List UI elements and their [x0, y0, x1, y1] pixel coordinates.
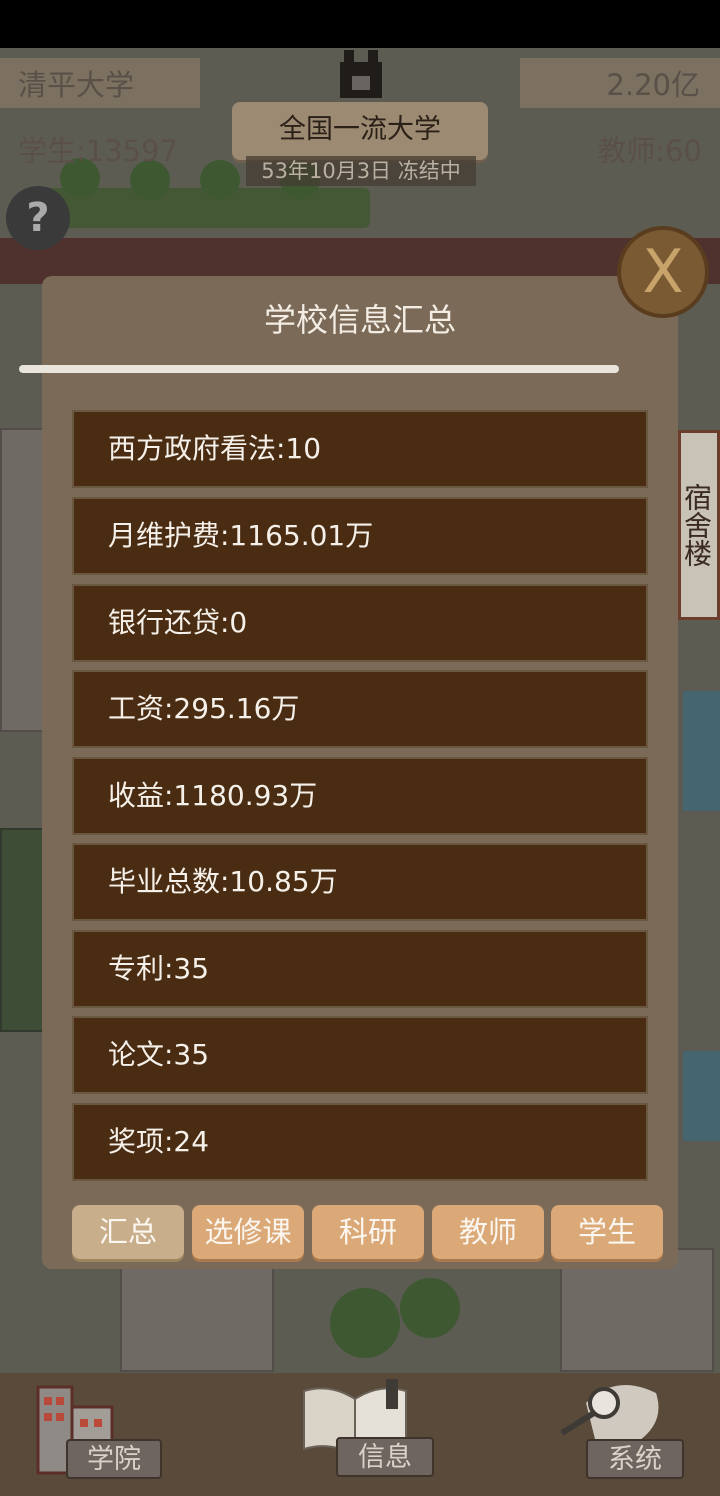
teachers-count: 教师:60: [597, 134, 702, 168]
tab-electives[interactable]: 选修课: [192, 1205, 304, 1259]
info-row-salary: 工资:295.16万: [72, 670, 648, 748]
info-row-papers: 论文:35: [72, 1016, 648, 1094]
status-bar: [0, 0, 720, 48]
info-row-bank-loan: 银行还贷:0: [72, 584, 648, 662]
panel-title: 学校信息汇总: [263, 301, 456, 339]
help-icon[interactable]: ?: [6, 186, 70, 250]
panel-tabs: 汇总 选修课 科研 教师 学生: [72, 1205, 664, 1259]
school-name: 清平大学: [18, 68, 135, 102]
game-screen: 清平大学 2.20亿 学生:13597 教师:60 全国一流大学 53年10月3…: [0, 0, 720, 1496]
info-row-graduates: 毕业总数:10.85万: [72, 843, 648, 921]
info-row-awards: 奖项:24: [72, 1103, 648, 1181]
info-row-west-gov-opinion: 西方政府看法:10: [72, 410, 648, 488]
close-icon[interactable]: X: [617, 226, 709, 318]
students-count: 学生:13597: [18, 134, 179, 168]
nav-info-label: 信息: [336, 1437, 434, 1477]
info-row-income: 收益:1180.93万: [72, 757, 648, 835]
university-castle-icon: [340, 50, 382, 98]
game-date-status: 53年10月3日 冻结中: [246, 156, 476, 186]
rank-title: 全国一流大学: [232, 102, 488, 160]
tab-summary[interactable]: 汇总: [72, 1205, 184, 1259]
nav-system-label: 系统: [586, 1439, 684, 1479]
panel-divider: [19, 365, 619, 373]
nav-college-label: 学院: [66, 1439, 162, 1479]
funds-value: 2.20亿: [606, 68, 700, 102]
tab-teachers[interactable]: 教师: [432, 1205, 544, 1259]
nav-info[interactable]: 信息: [296, 1373, 436, 1496]
dorm-building-label[interactable]: 宿舍楼: [678, 430, 720, 620]
info-row-patents: 专利:35: [72, 930, 648, 1008]
bottom-nav: 学院 信息 系统: [0, 1373, 720, 1496]
tab-research[interactable]: 科研: [312, 1205, 424, 1259]
info-row-maintenance: 月维护费:1165.01万: [72, 497, 648, 575]
nav-college[interactable]: 学院: [30, 1373, 170, 1496]
nav-system[interactable]: 系统: [556, 1373, 706, 1496]
tab-students[interactable]: 学生: [551, 1205, 663, 1259]
